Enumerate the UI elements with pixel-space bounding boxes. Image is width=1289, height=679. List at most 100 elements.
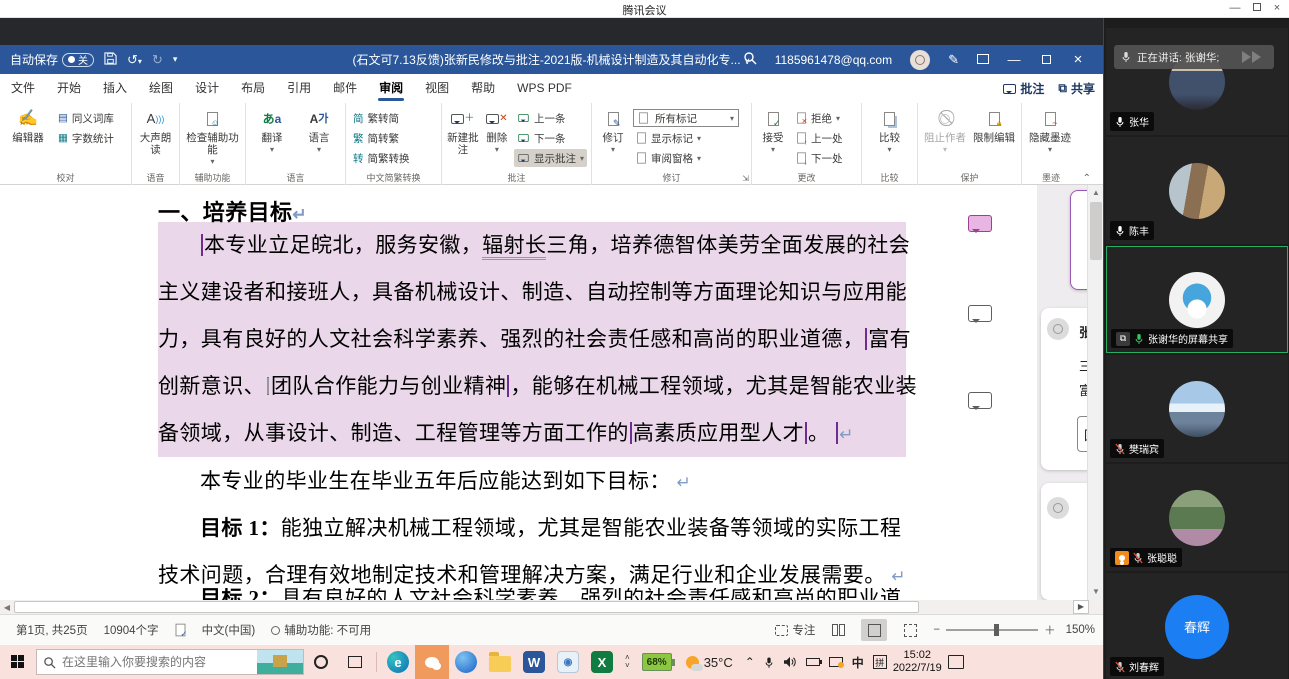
horizontal-scrollbar[interactable]: ◀ ▶ [0,600,1103,614]
scroll-right-arrow[interactable]: ▶ [1073,600,1089,614]
participant-tile[interactable]: ⧉ 樊瑞宾 [1106,355,1288,462]
reply-button-clipped[interactable]: 回 [1077,416,1087,452]
word-restore-button[interactable] [1039,52,1053,67]
quick-access-caret[interactable]: ▾ [173,54,178,65]
show-comments-button[interactable]: 显示批注 ▾ [513,149,587,167]
traditional-to-simplified-button[interactable]: 简繁转简 [350,109,413,127]
delete-comment-button[interactable]: ✕ 删除 ▾ [483,106,511,171]
account-avatar[interactable] [910,49,931,70]
accessibility-status[interactable]: 辅助功能: 不可用 [271,622,371,638]
zoom-thumb[interactable] [994,624,1000,636]
participant-tile[interactable]: ⧉ 张聪聪 [1106,464,1288,571]
word-count-indicator[interactable]: 10904个字 [104,622,159,638]
read-aloud-button[interactable]: A))) 大声朗读 [136,106,175,171]
compare-button[interactable]: 比较 ▾ [866,106,913,171]
convert-button[interactable]: 转简繁转换 [350,149,413,167]
language-button[interactable]: A 가 语言 ▾ [297,106,341,171]
next-change-button[interactable]: ↓ 下一处 [793,149,846,167]
ime-language-indicator[interactable]: 中 [852,654,864,671]
reject-button[interactable]: ✕ 拒绝 ▾ [793,109,846,127]
ribbon-tab[interactable]: 邮件 [322,74,368,103]
next-comment-button[interactable]: 下一条 [514,129,587,147]
comments-quick-button[interactable]: 批注 [1003,80,1044,97]
language-indicator[interactable]: 中文(中国) [202,622,256,638]
previous-comment-button[interactable]: 上一条 [514,109,587,127]
accept-button[interactable]: ✓ 接受 ▾ [756,106,790,171]
account-email[interactable]: 1185961478@qq.com [775,53,892,67]
ribbon-tab[interactable]: 绘图 [138,74,184,103]
simplified-to-traditional-button[interactable]: 繁简转繁 [350,129,413,147]
word-count-button[interactable]: ▦ 字数统计 [55,129,117,147]
word-minimize-button[interactable]: — [1007,52,1021,67]
comment-card[interactable] [1041,483,1087,600]
comment-card[interactable]: 张 三 富 回 [1041,308,1087,470]
thesaurus-button[interactable]: ▤ 同义词库 [55,109,117,127]
taskbar-app-word[interactable]: W [517,645,551,679]
start-button[interactable] [0,645,36,679]
page-indicator[interactable]: 第1页, 共25页 [16,622,88,638]
ribbon-tab[interactable]: 布局 [230,74,276,103]
zoom-level[interactable]: 150% [1066,624,1095,636]
task-view-button[interactable] [338,645,372,679]
zoom-out-button[interactable]: − [933,624,940,636]
os-restore-button[interactable] [1247,1,1267,16]
share-quick-button[interactable]: ⧉ 共享 [1058,80,1095,97]
document-canvas[interactable]: 一、培养目标↵ 本专业立足皖北，服务安徽，辐射长三角，培养德智体美劳全面发展的社… [0,185,1103,600]
save-icon[interactable] [104,51,117,68]
vertical-scrollbar[interactable]: ▲ ▼ [1087,185,1103,600]
zoom-slider[interactable]: − ＋ [933,622,1056,638]
undo-button[interactable]: ↺▾ [127,52,142,68]
taskbar-app-excel[interactable]: X [585,645,619,679]
collapse-ribbon-chevron[interactable]: ⌃ [1083,173,1091,184]
web-layout-button[interactable] [897,619,923,641]
proofing-status-icon[interactable]: ✓ [175,623,187,638]
taskbar-clock[interactable]: 15:02 2022/7/19 [893,649,942,675]
cortana-button[interactable] [304,645,338,679]
markup-dropdown[interactable]: 所有标记 ▾ [633,109,739,127]
zoom-in-button[interactable]: ＋ [1044,622,1056,638]
search-daily-image[interactable] [257,650,303,674]
ribbon-tab[interactable]: 引用 [276,74,322,103]
redo-button[interactable]: ↻ [152,52,163,68]
hide-ink-button[interactable]: ~ 隐藏墨迹 ▾ [1026,106,1074,171]
hidden-icons-chevron[interactable]: ⌃ [745,655,755,669]
word-close-button[interactable]: × [1071,51,1085,68]
participant-tile[interactable]: ⧉ 张谢华的屏幕共享 [1106,246,1288,353]
restrict-editing-button[interactable]: 🔒︎ 限制编辑 [971,106,1017,171]
block-authors-button[interactable]: ⃠阻止作者▾ [922,106,968,171]
taskbar-app-browser[interactable] [449,645,483,679]
horizontal-scroll-thumb[interactable] [14,601,919,613]
previous-change-button[interactable]: ↑ 上一处 [793,129,846,147]
battery-widget[interactable]: 68% [641,653,675,671]
scroll-left-arrow[interactable]: ◀ [0,603,14,612]
ime-mode-indicator[interactable]: 拼 [872,655,887,669]
comment-bubble-selected[interactable] [968,215,992,233]
os-close-button[interactable]: × [1267,1,1287,16]
weather-widget[interactable]: 35°C [685,655,733,671]
ribbon-tab[interactable]: 开始 [46,74,92,103]
tray-speaker-icon[interactable] [783,656,797,668]
search-input[interactable] [62,655,232,669]
taskbar-app-explorer[interactable] [483,645,517,679]
ribbon-tab[interactable]: 文件 [0,74,46,103]
scroll-down-arrow[interactable]: ▼ [1088,584,1103,600]
tray-mic-icon[interactable] [764,656,774,669]
read-mode-button[interactable] [825,619,851,641]
taskbar-app-edge[interactable]: e [381,645,415,679]
ribbon-tab[interactable]: 设计 [184,74,230,103]
comment-card[interactable] [1070,190,1087,290]
translate-button[interactable]: あ a 翻译 ▾ [250,106,294,171]
ribbon-tab[interactable]: 审阅 [368,74,414,103]
os-minimize-button[interactable]: — [1225,1,1245,16]
ribbon-display-options-icon[interactable] [977,53,989,67]
ink-pen-icon[interactable]: ✎ [948,52,959,68]
editor-button[interactable]: ✍ 编辑器 [4,106,52,171]
ribbon-tab[interactable]: WPS PDF [506,74,583,103]
show-markup-button[interactable]: 显示标记 ▾ [633,129,739,147]
focus-mode-button[interactable]: 专注 [775,622,815,638]
new-comment-button[interactable]: ＋新建批注 [446,106,480,171]
reviewing-pane-button[interactable]: 审阅窗格 ▾ [633,149,739,167]
vertical-scroll-thumb[interactable] [1090,202,1102,260]
print-layout-button[interactable] [861,619,888,641]
taskbar-app-viewer[interactable]: ◉ [551,645,585,679]
